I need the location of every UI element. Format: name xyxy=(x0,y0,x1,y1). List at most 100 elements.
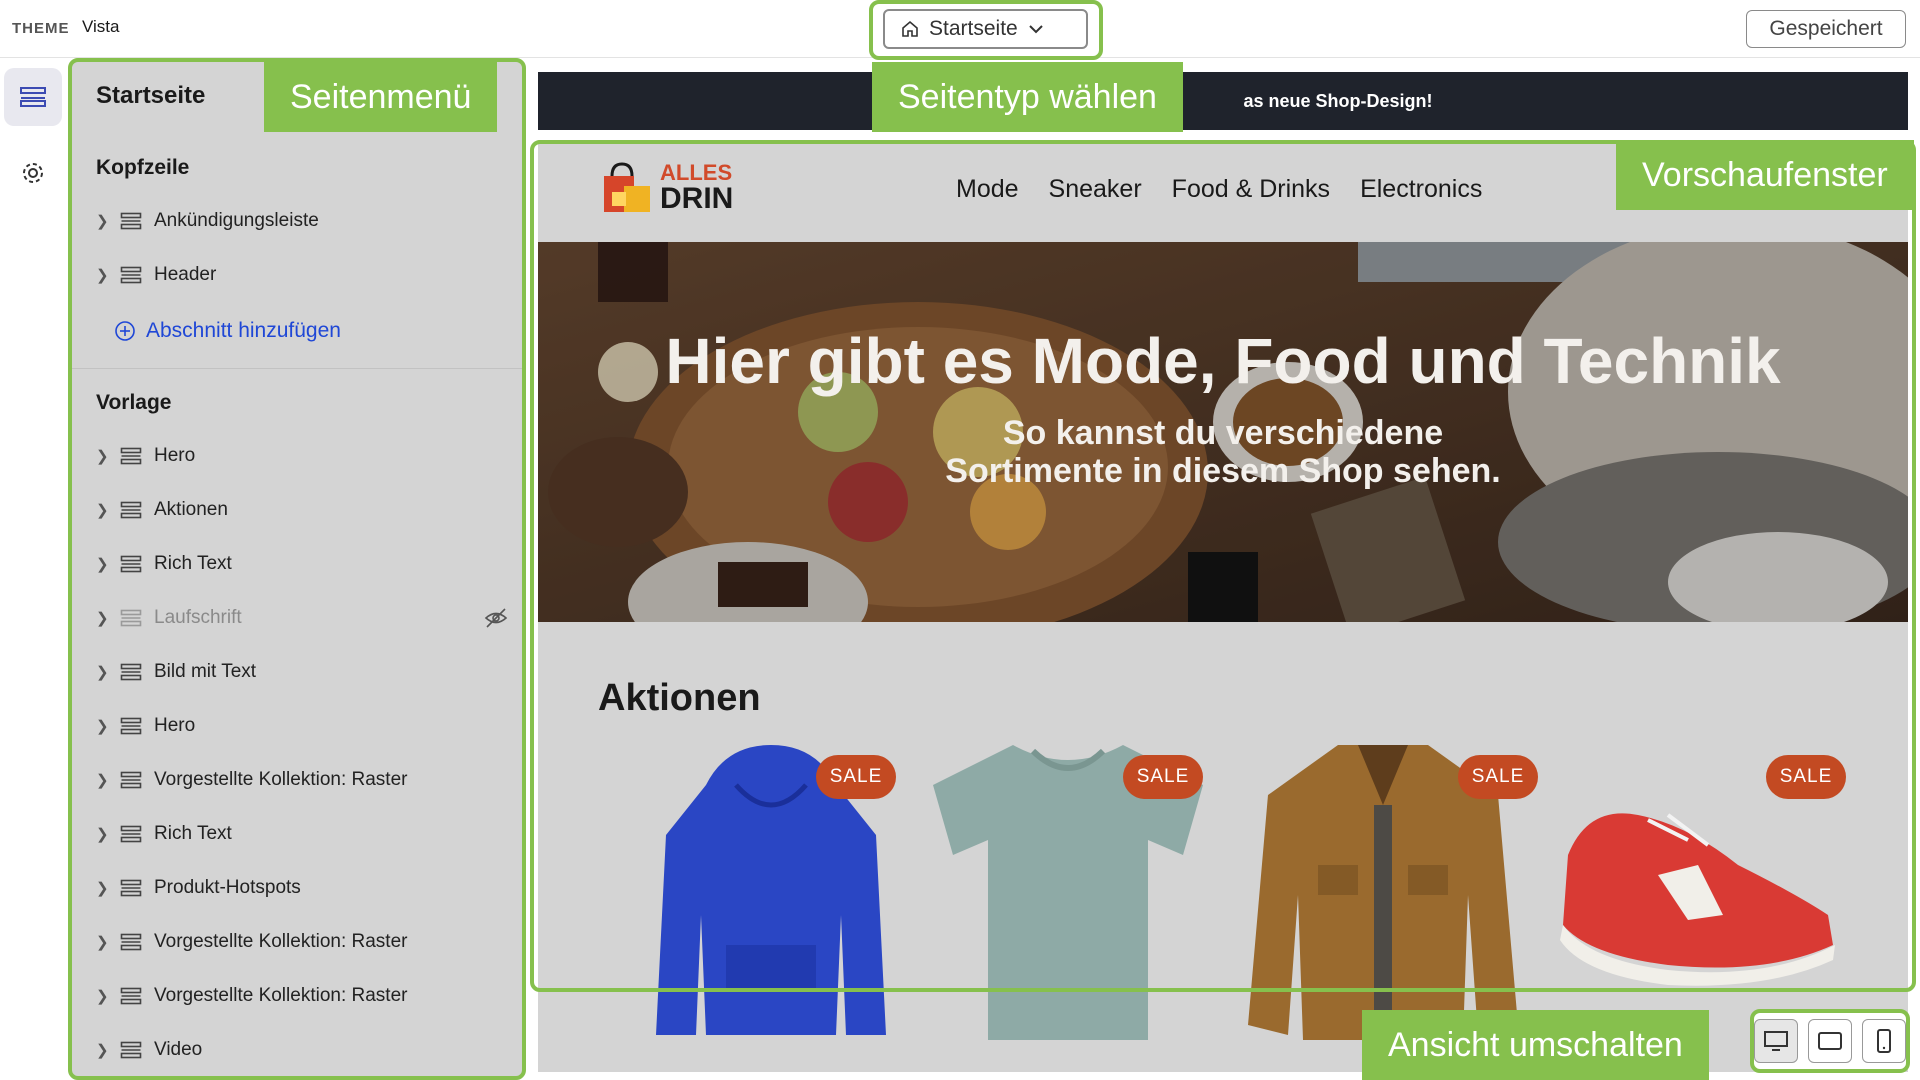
sale-badge: SALE xyxy=(1766,755,1846,799)
chevron-right-icon[interactable]: ❯ xyxy=(96,717,114,735)
product-card[interactable]: SALE xyxy=(626,745,916,1055)
tablet-view-button[interactable] xyxy=(1808,1019,1852,1063)
sidebar-section-item[interactable]: ❯ Vorgestellte Kollektion: Raster xyxy=(72,969,522,1023)
sidebar-section-label: Video xyxy=(154,1039,203,1060)
sidebar-section-label: Vorgestellte Kollektion: Raster xyxy=(154,985,408,1006)
sidebar-section-item[interactable]: ❯ Header xyxy=(72,248,522,302)
chevron-right-icon[interactable]: ❯ xyxy=(96,447,114,465)
sidebar-section-item[interactable]: ❯ Vorgestellte Kollektion: Raster xyxy=(72,753,522,807)
saved-button[interactable]: Gespeichert xyxy=(1746,10,1906,48)
sidebar-section-item[interactable]: ❯ Hero xyxy=(72,429,522,483)
section-icon xyxy=(120,501,142,519)
section-icon xyxy=(120,825,142,843)
sidebar-section-label: Rich Text xyxy=(154,823,232,844)
add-section-label: Abschnitt hinzufügen xyxy=(146,319,341,342)
sidebar-section-item[interactable]: ❯ Rich Text xyxy=(72,807,522,861)
add-section-button[interactable]: Abschnitt hinzufügen xyxy=(72,302,522,360)
section-icon xyxy=(120,212,142,230)
nav-item-mode[interactable]: Mode xyxy=(956,175,1019,204)
sidebar-section-label: Vorgestellte Kollektion: Raster xyxy=(154,769,408,790)
nav-item-electronics[interactable]: Electronics xyxy=(1360,175,1482,204)
logo-line-1: ALLES xyxy=(660,160,733,185)
chevron-right-icon[interactable]: ❯ xyxy=(96,1041,114,1059)
page-type-label: Startseite xyxy=(929,17,1018,40)
sidebar-section-label: Produkt-Hotspots xyxy=(154,877,301,898)
desktop-icon xyxy=(1764,1031,1788,1051)
section-icon xyxy=(120,447,142,465)
template-section-title: Vorlage xyxy=(96,391,172,414)
home-icon xyxy=(902,20,918,37)
shop-nav: Mode Sneaker Food & Drinks Electronics xyxy=(956,175,1482,204)
sidebar-section-label: Laufschrift xyxy=(154,607,242,628)
shopping-bag-icon xyxy=(604,162,650,212)
nav-item-food[interactable]: Food & Drinks xyxy=(1172,175,1330,204)
theme-name: Vista xyxy=(82,17,120,36)
sale-badge: SALE xyxy=(816,755,896,799)
plus-circle-icon xyxy=(115,321,135,341)
tablet-icon xyxy=(1818,1032,1842,1050)
gear-icon xyxy=(23,163,43,183)
sidebar-section-item[interactable]: ❯ Rich Text xyxy=(72,537,522,591)
announcement-text: as neue Shop-Design! xyxy=(1243,90,1433,111)
chevron-right-icon[interactable]: ❯ xyxy=(96,555,114,573)
promotions-title: Aktionen xyxy=(598,677,761,719)
section-icon xyxy=(120,933,142,951)
sidebar-section-item[interactable]: ❯ Hero xyxy=(72,699,522,753)
hero-banner[interactable]: Hier gibt es Mode, Food und Technik So k… xyxy=(538,242,1908,622)
chevron-right-icon[interactable]: ❯ xyxy=(96,933,114,951)
page-type-callout: Seitentyp wählen xyxy=(872,62,1183,132)
hero-subtitle-line-2: Sortimente in diesem Shop sehen. xyxy=(945,452,1501,490)
chevron-right-icon[interactable]: ❯ xyxy=(96,663,114,681)
top-bar: THEME Vista Startseite Gespeichert xyxy=(0,0,1920,58)
section-icon xyxy=(120,879,142,897)
mobile-view-button[interactable] xyxy=(1862,1019,1906,1063)
announcement-bar[interactable]: as neue Shop-Design! xyxy=(538,72,1908,130)
sidebar-section-label: Ankündigungsleiste xyxy=(154,210,319,231)
chevron-right-icon[interactable]: ❯ xyxy=(96,825,114,843)
sections-rail-button[interactable] xyxy=(4,68,62,126)
section-icon xyxy=(120,555,142,573)
left-rail xyxy=(0,58,66,1080)
shop-logo[interactable]: ALLES DRIN xyxy=(598,162,733,214)
sidebar-section-item[interactable]: ❯ Aktionen xyxy=(72,483,522,537)
sidebar-title: Startseite xyxy=(96,82,206,109)
nav-item-sneaker[interactable]: Sneaker xyxy=(1049,175,1142,204)
chevron-right-icon[interactable]: ❯ xyxy=(96,987,114,1005)
eye-off-icon[interactable] xyxy=(484,607,508,629)
sidebar-section-item[interactable]: ❯ Produkt-Hotspots xyxy=(72,861,522,915)
hero-subtitle: So kannst du verschiedene Sortimente in … xyxy=(538,414,1908,490)
section-icon xyxy=(120,1041,142,1059)
page-type-select[interactable]: Startseite xyxy=(883,9,1088,49)
chevron-right-icon[interactable]: ❯ xyxy=(96,879,114,897)
theme-label: THEME xyxy=(12,20,70,37)
chevron-right-icon[interactable]: ❯ xyxy=(96,212,114,230)
header-section-title: Kopfzeile xyxy=(96,156,190,179)
sections-icon xyxy=(20,87,46,107)
product-card[interactable]: SALE xyxy=(923,745,1213,1055)
preview-window: as neue Shop-Design! ALLES DRIN Mode Sne… xyxy=(538,72,1908,1072)
chevron-right-icon[interactable]: ❯ xyxy=(96,266,114,284)
sidebar-section-item[interactable]: ❯ Vorgestellte Kollektion: Raster xyxy=(72,915,522,969)
sidebar-section-label: Bild mit Text xyxy=(154,661,257,682)
chevron-right-icon[interactable]: ❯ xyxy=(96,501,114,519)
sidebar: Startseite Kopfzeile ❯ Ankündigungsleiste… xyxy=(72,62,522,1076)
sidebar-section-item[interactable]: ❯ Video xyxy=(72,1023,522,1076)
chevron-right-icon[interactable]: ❯ xyxy=(96,609,114,627)
preview-callout: Vorschaufenster xyxy=(1616,140,1914,210)
view-toggle xyxy=(1750,1009,1910,1073)
section-icon xyxy=(120,717,142,735)
sidebar-section-item[interactable]: ❯ Ankündigungsleiste xyxy=(72,194,522,248)
desktop-view-button[interactable] xyxy=(1754,1019,1798,1063)
section-icon xyxy=(120,266,142,284)
settings-rail-button[interactable] xyxy=(4,144,62,202)
section-icon xyxy=(120,663,142,681)
hero-subtitle-line-1: So kannst du verschiedene xyxy=(1002,414,1444,452)
promotions-section: Aktionen SALE SALE SALE SALE xyxy=(538,622,1908,1072)
logo-line-2: DRIN xyxy=(660,182,734,215)
chevron-down-icon xyxy=(1029,25,1043,34)
sidebar-section-item[interactable]: ❯ Laufschrift xyxy=(72,591,522,645)
sidebar-section-label: Hero xyxy=(154,715,196,736)
chevron-right-icon[interactable]: ❯ xyxy=(96,771,114,789)
sidebar-section-item[interactable]: ❯ Bild mit Text xyxy=(72,645,522,699)
sidebar-section-label: Vorgestellte Kollektion: Raster xyxy=(154,931,408,952)
